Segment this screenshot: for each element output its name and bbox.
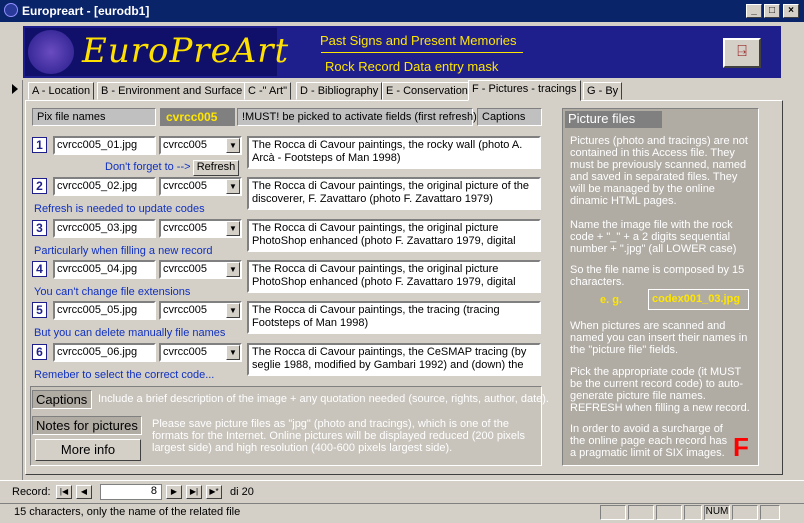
code-select-value: cvrcc005 — [163, 263, 208, 275]
row-number: 4 — [32, 261, 47, 277]
record-pointer-icon — [12, 84, 18, 94]
code-select[interactable]: cvrcc005 ▼ — [159, 177, 242, 196]
header-divider — [321, 52, 523, 53]
tab-letter: F — [733, 432, 749, 462]
row-number: 3 — [32, 220, 47, 236]
row-hint: Remeber to select the correct code... — [34, 369, 215, 381]
logo-text: EuroPreArt — [82, 31, 290, 71]
chevron-down-icon[interactable]: ▼ — [226, 221, 240, 236]
picture-files-p6: In order to avoid a surcharge of the onl… — [570, 423, 728, 459]
status-panel-7 — [760, 505, 780, 520]
caption-field[interactable]: The Rocca di Cavour paintings, the traci… — [247, 301, 541, 334]
app-icon — [4, 3, 18, 17]
row-number: 2 — [32, 178, 47, 194]
code-select[interactable]: cvrcc005 ▼ — [159, 343, 242, 362]
picture-file-field[interactable]: cvrcc005_04.jpg — [53, 260, 156, 279]
caption-field[interactable]: The Rocca di Cavour paintings, the rocky… — [247, 136, 541, 169]
example-filename: codex001_03.jpg — [648, 289, 749, 310]
picture-files-p5: Pick the appropriate code (it MUST be th… — [570, 366, 750, 414]
refresh-button[interactable]: Refresh — [193, 160, 239, 176]
next-record-icon[interactable]: ▶ — [166, 485, 182, 499]
tab-environment[interactable]: B - Environment and Surface — [97, 82, 247, 100]
chevron-down-icon[interactable]: ▼ — [226, 303, 240, 318]
tab-conservation[interactable]: E - Conservation — [382, 82, 472, 100]
eu-stars-logo — [28, 30, 74, 74]
picture-file-field[interactable]: cvrcc005_06.jpg — [53, 343, 156, 362]
code-select[interactable]: cvrcc005 ▼ — [159, 301, 242, 320]
picture-files-p4: When pictures are scanned and named you … — [570, 320, 748, 356]
picture-files-p3: So the file name is composed by 15 chara… — [570, 264, 745, 288]
tab-location[interactable]: A - Location — [28, 82, 95, 100]
code-select-value: cvrcc005 — [163, 222, 208, 234]
code-select[interactable]: cvrcc005 ▼ — [159, 136, 242, 155]
chevron-down-icon[interactable]: ▼ — [226, 262, 240, 277]
row-hint: Refresh is needed to update codes — [34, 203, 205, 215]
num-lock-indicator: NUM — [704, 505, 730, 520]
status-text: 15 characters, only the name of the rela… — [14, 506, 241, 518]
chevron-down-icon[interactable]: ▼ — [226, 179, 240, 194]
more-info-button[interactable]: More info — [35, 439, 141, 461]
caption-field[interactable]: The Rocca di Cavour paintings, the origi… — [247, 260, 541, 293]
window-title: Europreart - [eurodb1] — [0, 0, 804, 22]
code-select-value: cvrcc005 — [163, 346, 208, 358]
picture-files-title: Picture files — [565, 111, 662, 128]
maximize-button[interactable]: □ — [764, 4, 780, 18]
code-select-value: cvrcc005 — [163, 304, 208, 316]
pix-file-names-label: Pix file names — [32, 108, 156, 126]
tab-art[interactable]: C -" Art" — [244, 82, 291, 100]
row-hint: Don't forget to --> — [105, 161, 191, 173]
row-number: 6 — [32, 344, 47, 360]
chevron-down-icon[interactable]: ▼ — [226, 345, 240, 360]
picture-file-field[interactable]: cvrcc005_05.jpg — [53, 301, 156, 320]
captions-title: Captions — [32, 390, 92, 409]
code-select-value: cvrcc005 — [163, 180, 208, 192]
picture-file-field[interactable]: cvrcc005_02.jpg — [53, 177, 156, 196]
captions-text: Include a brief description of the image… — [98, 393, 549, 405]
code-select-value: cvrcc005 — [163, 139, 208, 151]
row-number: 1 — [32, 137, 47, 153]
notes-title: Notes for pictures — [32, 416, 142, 435]
last-record-icon[interactable]: ▶| — [186, 485, 202, 499]
row-hint: But you can delete manually file names — [34, 327, 226, 339]
caption-field[interactable]: The Rocca di Cavour paintings, the CeSMA… — [247, 343, 541, 376]
notes-text: Please save picture files as "jpg" (phot… — [152, 418, 525, 454]
must-note: !MUST! be picked to activate fields (fir… — [237, 108, 477, 126]
header-subtitle-1: Past Signs and Present Memories — [320, 33, 517, 48]
status-panel-6 — [732, 505, 758, 520]
status-panel-1 — [600, 505, 626, 520]
tab-by[interactable]: G - By — [583, 82, 623, 100]
row-hint: Particularly when filling a new record — [34, 245, 213, 257]
first-record-icon[interactable]: |◀ — [56, 485, 72, 499]
status-panel-2 — [628, 505, 654, 520]
prev-record-icon[interactable]: ◀ — [76, 485, 92, 499]
close-button[interactable]: × — [783, 4, 799, 18]
code-select[interactable]: cvrcc005 ▼ — [159, 219, 242, 238]
record-code: cvrcc005 — [160, 108, 235, 126]
caption-field[interactable]: The Rocca di Cavour paintings, the origi… — [247, 177, 541, 210]
picture-file-field[interactable]: cvrcc005_01.jpg — [53, 136, 156, 155]
new-record-icon[interactable]: ▶* — [206, 485, 222, 499]
record-number-input[interactable]: 8 — [100, 484, 162, 500]
chevron-down-icon[interactable]: ▼ — [226, 138, 240, 153]
picture-files-p2: Name the image file with the rock code +… — [570, 219, 737, 255]
row-hint: You can't change file extensions — [34, 286, 191, 298]
status-panel-4 — [684, 505, 702, 520]
tab-pictures[interactable]: F - Pictures - tracings — [468, 80, 581, 101]
record-label: Record: — [12, 486, 51, 498]
exit-door-icon: ⍈ — [737, 43, 747, 60]
caption-field[interactable]: The Rocca di Cavour paintings, the origi… — [247, 219, 541, 252]
status-panel-3 — [656, 505, 682, 520]
header-subtitle-2: Rock Record Data entry mask — [325, 59, 499, 74]
captions-label: Captions — [477, 108, 542, 126]
picture-file-field[interactable]: cvrcc005_03.jpg — [53, 219, 156, 238]
tab-bibliography[interactable]: D - Bibliography — [296, 82, 383, 100]
picture-files-p1: Pictures (photo and tracings) are not co… — [570, 135, 748, 207]
record-total: di 20 — [230, 486, 254, 498]
minimize-button[interactable]: _ — [746, 4, 762, 18]
row-number: 5 — [32, 302, 47, 318]
example-label: e. g. — [600, 294, 623, 306]
code-select[interactable]: cvrcc005 ▼ — [159, 260, 242, 279]
record-selector-bar[interactable] — [8, 80, 23, 480]
exit-door-button[interactable]: ⍈ — [723, 38, 761, 68]
